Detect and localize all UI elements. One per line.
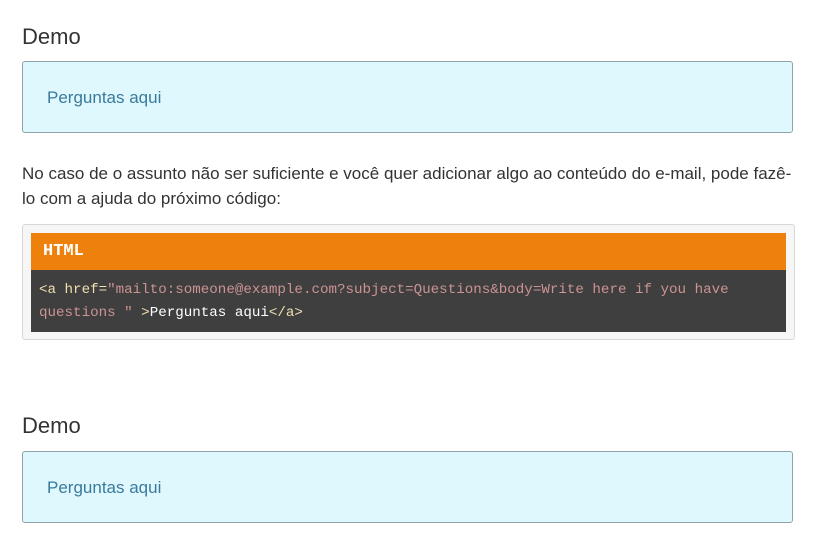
perguntas-link-2[interactable]: Perguntas aqui [47,478,161,498]
code-tag-close-bracket: > [132,305,150,321]
description-paragraph: No caso de o assunto não ser suficiente … [22,164,792,208]
code-language-label: HTML [31,233,786,270]
perguntas-link-1[interactable]: Perguntas aqui [47,88,161,108]
code-end-tag: </a> [268,305,303,321]
demo-heading-1: Demo [22,24,81,49]
code-attr-name: href= [56,282,108,298]
code-example: HTML <a href="mailto:someone@example.com… [22,224,795,340]
code-body: <a href="mailto:someone@example.com?subj… [31,270,786,332]
code-inner-text: Perguntas aqui [149,305,269,321]
demo-box-2: Perguntas aqui [22,451,793,523]
code-tag-open: <a [39,282,57,298]
demo-box-1: Perguntas aqui [22,61,793,133]
demo-heading-2: Demo [22,413,81,438]
